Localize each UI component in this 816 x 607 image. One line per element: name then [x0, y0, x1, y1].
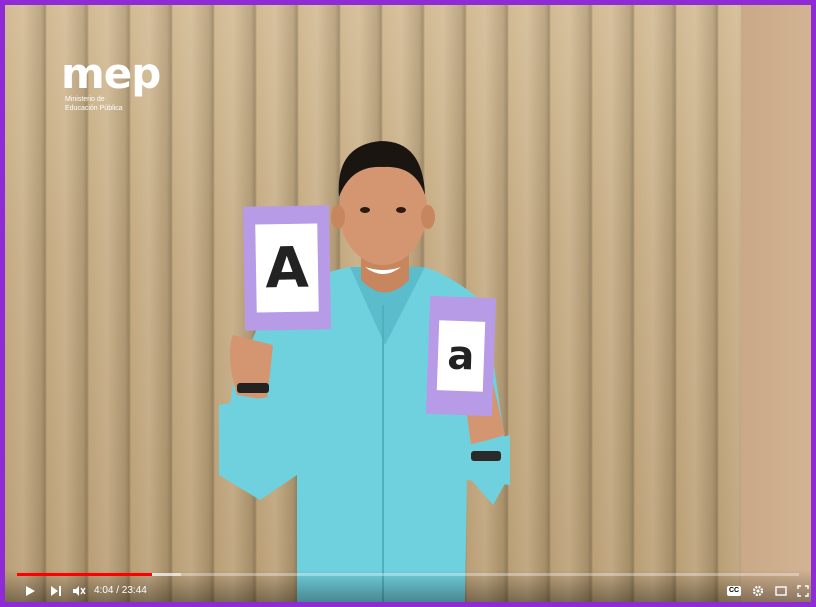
mute-button[interactable]: [69, 582, 89, 600]
play-button[interactable]: [21, 582, 39, 600]
captions-button[interactable]: CC: [725, 582, 743, 600]
time-display: 4:04 / 23:44: [94, 585, 147, 596]
cc-icon: CC: [726, 586, 742, 596]
flashcard-uppercase: A: [242, 205, 332, 331]
fullscreen-icon: [797, 585, 809, 597]
next-icon: [51, 586, 61, 596]
theater-icon: [775, 586, 787, 596]
video-frame[interactable]: mep Ministerio de Educación Pública A a …: [0, 0, 816, 607]
play-icon: [26, 586, 35, 596]
mute-icon: [73, 586, 86, 596]
fullscreen-button[interactable]: [795, 582, 811, 600]
presenter: [219, 141, 510, 602]
settings-icon: [752, 585, 764, 597]
flashcard-lowercase-letter: a: [436, 320, 486, 392]
theater-button[interactable]: [772, 582, 790, 600]
flashcard-uppercase-letter: A: [255, 223, 319, 313]
settings-button[interactable]: [749, 582, 767, 600]
progress-bar[interactable]: [17, 573, 799, 576]
progress-played: [17, 573, 152, 576]
flashcard-lowercase: a: [425, 295, 497, 417]
player-controls: 4:04 / 23:44 CC: [5, 570, 811, 602]
next-button[interactable]: [47, 582, 65, 600]
